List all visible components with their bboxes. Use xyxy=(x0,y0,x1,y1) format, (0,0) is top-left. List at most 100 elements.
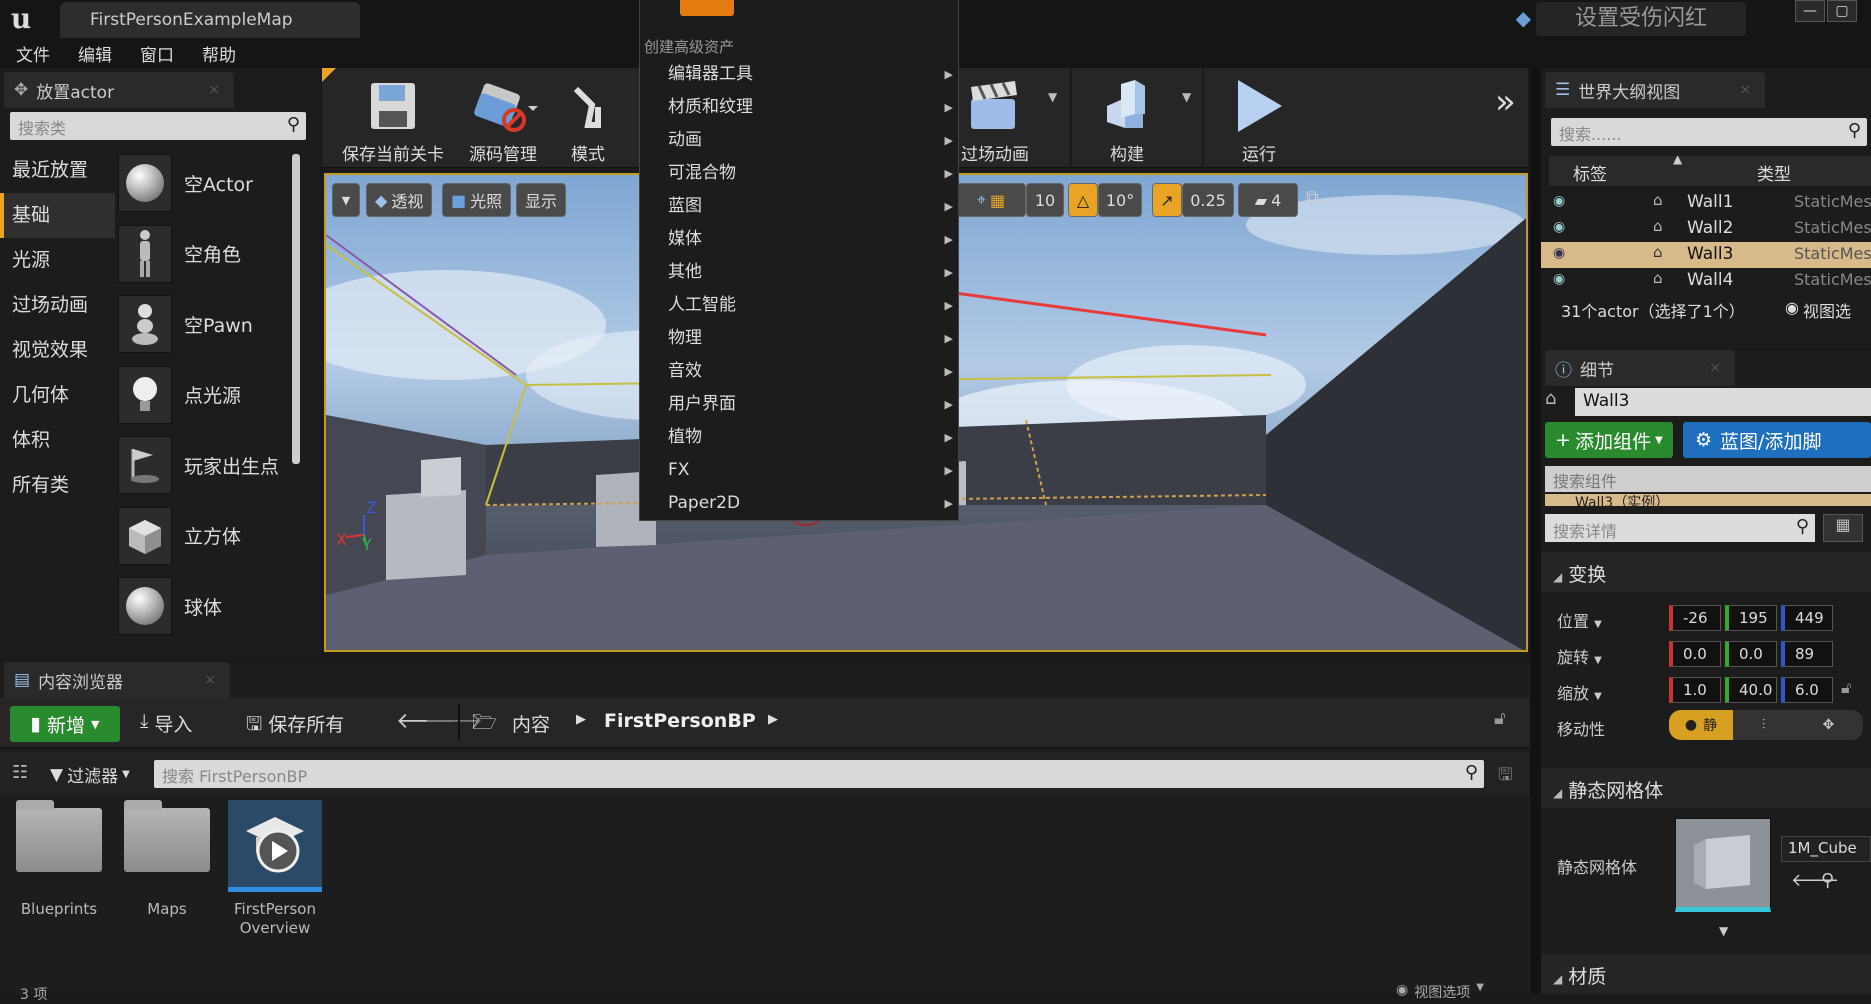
menu-window[interactable]: 窗口 xyxy=(140,41,174,66)
mobility-other-toggles[interactable]: ⫶ ✥ xyxy=(1733,710,1863,740)
surface-snap-button[interactable]: ⌖ ▦ xyxy=(956,183,1026,217)
outliner-view-options[interactable]: ◉ 视图选 xyxy=(1785,298,1851,322)
actor-item-empty-actor[interactable]: 空Actor xyxy=(118,148,298,219)
asset-firstperson-overview[interactable]: FirstPerson Overview xyxy=(226,800,324,938)
mesh-asset-picker[interactable]: 1M_Cube xyxy=(1781,836,1871,862)
grid-snap-value[interactable]: 10 xyxy=(1026,183,1064,217)
search-details-input[interactable]: 搜索详情 ⚲ xyxy=(1545,514,1815,542)
actor-item-empty-character[interactable]: 空角色 xyxy=(118,219,298,290)
sources-toggle-icon[interactable]: ☷ xyxy=(12,762,28,783)
content-search-input[interactable]: 搜索 FirstPersonBP ⚲ xyxy=(154,760,1484,788)
blueprint-add-script-button[interactable]: ⚙ 蓝图/添加脚 xyxy=(1683,422,1871,458)
chevron-right-icon[interactable]: ▶ xyxy=(576,712,586,727)
content-view-options[interactable]: ◉ 视图选项 ▼ xyxy=(1396,982,1484,1002)
camera-speed-button[interactable]: ▰ 4 xyxy=(1238,183,1298,217)
location-row-label[interactable]: 位置 ▼ xyxy=(1557,608,1602,632)
category-lights[interactable]: 光源 xyxy=(0,238,115,283)
menu-anchor-button[interactable] xyxy=(680,0,734,16)
close-icon[interactable]: × xyxy=(204,672,216,688)
scale-snap-value[interactable]: 0.25 xyxy=(1182,183,1234,217)
lock-icon[interactable]: 🔓︎ xyxy=(1841,678,1851,698)
save-all-button[interactable]: 🖫 保存所有 xyxy=(246,710,344,742)
menu-item-editor-utilities[interactable]: 编辑器工具 ▶ xyxy=(668,58,953,91)
build-button[interactable]: 构建 xyxy=(1072,76,1182,165)
menu-help[interactable]: 帮助 xyxy=(202,41,236,66)
eye-icon[interactable]: ◉ xyxy=(1553,245,1565,261)
category-basic[interactable]: 基础 xyxy=(0,193,115,238)
maximize-button[interactable]: ▢ xyxy=(1827,0,1857,22)
actor-item-sphere[interactable]: 球体 xyxy=(118,571,298,642)
place-actors-tab[interactable]: ✥ 放置actor × xyxy=(4,72,234,108)
component-instance-row[interactable]: Wall3（实例） xyxy=(1545,494,1871,506)
label-column-header[interactable]: 标签 xyxy=(1573,160,1607,185)
menu-item-blendables[interactable]: 可混合物 ▶ xyxy=(668,157,953,190)
menu-item-fx[interactable]: FX ▶ xyxy=(668,454,953,487)
class-search-input[interactable]: 搜索类 ⚲ xyxy=(10,112,306,140)
source-control-button[interactable]: 源码管理 xyxy=(448,76,558,165)
menu-item-physics[interactable]: 物理 ▶ xyxy=(668,322,953,355)
actor-item-cube[interactable]: 立方体 xyxy=(118,501,298,572)
transform-section[interactable]: ◢ 变换 xyxy=(1541,552,1871,592)
category-all-classes[interactable]: 所有类 xyxy=(0,463,115,508)
type-column-header[interactable]: 类型 xyxy=(1757,160,1791,185)
chevron-down-icon[interactable]: ▼ xyxy=(1048,90,1057,104)
category-volumes[interactable]: 体积 xyxy=(0,418,115,463)
menu-item-blueprints[interactable]: 蓝图 ▶ xyxy=(668,190,953,223)
actor-item-player-start[interactable]: 玩家出生点 xyxy=(118,430,298,501)
menu-item-animation[interactable]: 动画 ▶ xyxy=(668,124,953,157)
expand-advanced-icon[interactable]: ▼ xyxy=(1719,924,1728,938)
menu-item-media[interactable]: 媒体 ▶ xyxy=(668,223,953,256)
rotation-y-field[interactable]: 0.0 xyxy=(1725,641,1777,667)
scale-x-field[interactable]: 1.0 xyxy=(1669,677,1721,703)
save-search-icon[interactable]: 🖫 xyxy=(1498,762,1512,791)
close-icon[interactable]: × xyxy=(208,82,220,98)
eye-icon[interactable]: ◉ xyxy=(1553,193,1565,209)
rotation-x-field[interactable]: 0.0 xyxy=(1669,641,1721,667)
scale-row-label[interactable]: 缩放 ▼ xyxy=(1557,680,1602,704)
menu-file[interactable]: 文件 xyxy=(16,41,50,66)
menu-item-paper2d[interactable]: Paper2D ▶ xyxy=(668,487,953,520)
folder-maps[interactable]: Maps xyxy=(122,800,212,918)
actor-list-scrollbar[interactable] xyxy=(292,154,300,464)
mobility-static-toggle[interactable]: ● 静 xyxy=(1669,710,1733,740)
rotation-snap-value[interactable]: 10° xyxy=(1098,183,1142,217)
browse-icon[interactable]: ⚲ xyxy=(1821,870,1834,891)
scale-snap-toggle[interactable]: ↗ xyxy=(1152,183,1182,217)
outliner-search-input[interactable]: 搜索...... ⚲ xyxy=(1551,118,1867,146)
rotation-row-label[interactable]: 旋转 ▼ xyxy=(1557,644,1602,668)
close-icon[interactable]: × xyxy=(1739,82,1751,98)
lighting-button[interactable]: ■ 光照 xyxy=(442,183,512,217)
add-component-button[interactable]: + 添加组件 ▼ xyxy=(1545,422,1673,458)
lock-icon[interactable]: 🔓︎ xyxy=(1494,708,1506,729)
location-y-field[interactable]: 195 xyxy=(1725,605,1777,631)
menu-item-ai[interactable]: 人工智能 ▶ xyxy=(668,289,953,322)
save-current-level-button[interactable]: 保存当前关卡 xyxy=(338,76,448,165)
menu-item-miscellaneous[interactable]: 其他 ▶ xyxy=(668,256,953,289)
chevron-down-icon[interactable]: ▼ xyxy=(1182,90,1191,104)
path-firstpersonbp[interactable]: FirstPersonBP xyxy=(604,710,756,732)
eye-icon[interactable]: ◉ xyxy=(1553,271,1565,287)
toolbar-overflow-icon[interactable]: » xyxy=(1495,82,1516,122)
show-button[interactable]: 显示 xyxy=(516,183,567,217)
location-z-field[interactable]: 449 xyxy=(1781,605,1833,631)
viewport-options-button[interactable]: ▼ xyxy=(332,183,360,217)
world-outliner-tab[interactable]: ☰ 世界大纲视图 × xyxy=(1545,72,1765,108)
pin-icon[interactable]: ◆ xyxy=(1516,6,1531,30)
rotation-snap-toggle[interactable]: △ xyxy=(1068,183,1098,217)
add-new-button[interactable]: ▮ 新增 ▼ xyxy=(10,706,120,742)
location-x-field[interactable]: -26 xyxy=(1669,605,1721,631)
category-cinematic[interactable]: 过场动画 xyxy=(0,283,115,328)
mesh-thumbnail[interactable] xyxy=(1675,818,1771,912)
menu-edit[interactable]: 编辑 xyxy=(78,41,112,66)
folder-blueprints[interactable]: Blueprints xyxy=(14,800,104,918)
path-content[interactable]: 内容 xyxy=(512,710,550,737)
actor-name-field[interactable]: Wall3 xyxy=(1575,388,1871,416)
materials-section[interactable]: ◢ 材质 xyxy=(1541,954,1871,994)
scale-z-field[interactable]: 6.0 xyxy=(1781,677,1833,703)
map-tab[interactable]: FirstPersonExampleMap xyxy=(60,2,360,38)
outliner-row[interactable]: ◉ ⌂ Wall1 StaticMes xyxy=(1541,190,1871,216)
menu-item-materials-textures[interactable]: 材质和纹理 ▶ xyxy=(668,91,953,124)
panel-splitter[interactable] xyxy=(1530,68,1541,994)
search-components-input[interactable]: 搜索组件 xyxy=(1545,466,1871,492)
filters-button[interactable]: ▼ 过滤器 ▼ xyxy=(50,762,130,788)
